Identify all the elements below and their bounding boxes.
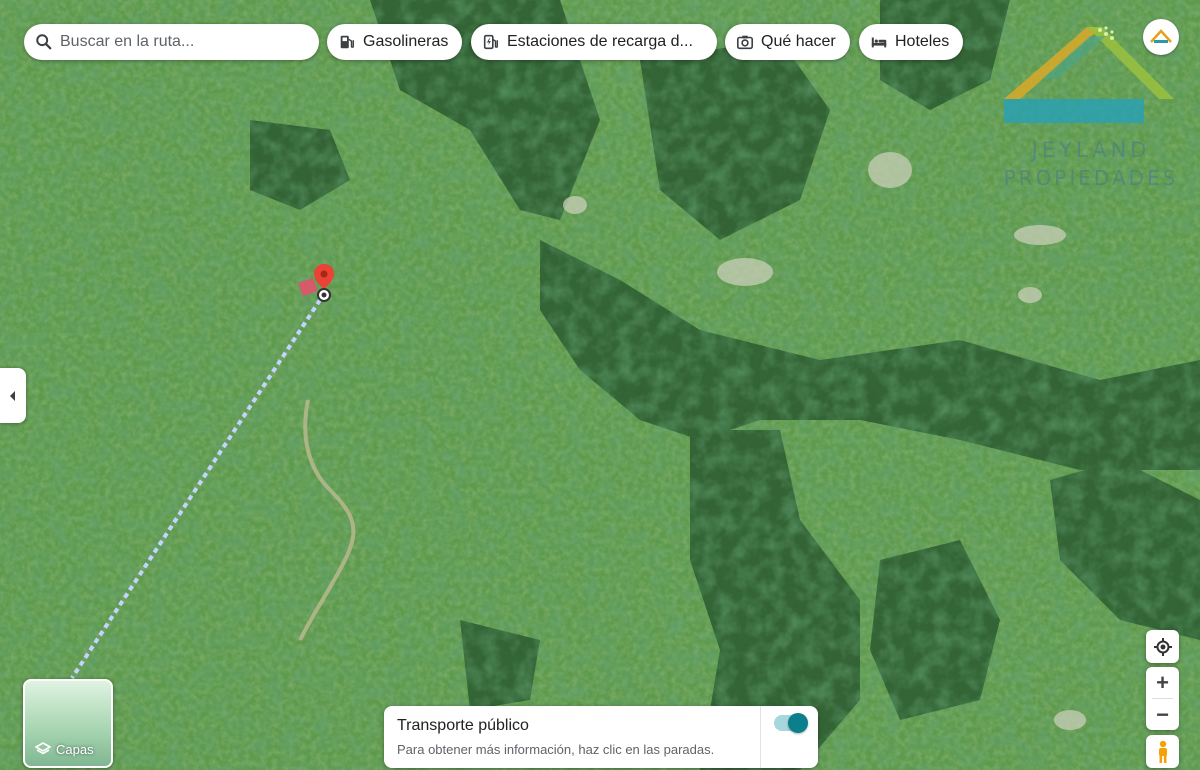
chevron-left-icon bbox=[10, 390, 15, 401]
gas-stations-chip[interactable]: Gasolineras bbox=[327, 24, 463, 60]
chip-label: Hoteles bbox=[895, 33, 950, 50]
layers-button[interactable]: Capas bbox=[23, 679, 113, 768]
hotels-chip[interactable]: Hoteles bbox=[859, 24, 964, 60]
zoom-out-button[interactable]: − bbox=[1146, 699, 1179, 730]
ev-charger-icon bbox=[481, 32, 501, 52]
my-location-icon bbox=[1153, 637, 1172, 656]
transit-toggle[interactable] bbox=[774, 713, 808, 733]
zoom-in-button[interactable]: + bbox=[1146, 667, 1179, 698]
chip-label: Qué hacer bbox=[761, 33, 836, 50]
pegman-icon bbox=[1158, 740, 1167, 763]
divider bbox=[760, 706, 761, 768]
gas-pump-icon bbox=[337, 32, 357, 52]
layers-icon bbox=[35, 742, 51, 755]
collapse-side-panel-button[interactable] bbox=[0, 368, 26, 423]
route-search-box[interactable]: Buscar en la ruta... bbox=[24, 24, 319, 60]
transit-subtitle: Para obtener más información, haz clic e… bbox=[397, 742, 715, 757]
location-marker[interactable] bbox=[296, 262, 340, 306]
chip-label: Estaciones de recarga d... bbox=[507, 33, 693, 50]
camera-icon bbox=[735, 32, 755, 52]
search-icon bbox=[34, 32, 54, 52]
street-view-pegman-button[interactable] bbox=[1146, 735, 1179, 768]
things-to-do-chip[interactable]: Qué hacer bbox=[725, 24, 850, 60]
layers-label: Capas bbox=[56, 741, 94, 757]
my-location-button[interactable] bbox=[1146, 630, 1179, 663]
public-transport-card[interactable]: Transporte público Para obtener más info… bbox=[384, 706, 818, 768]
zoom-controls: + − bbox=[1146, 667, 1179, 730]
account-avatar[interactable] bbox=[1143, 19, 1179, 55]
ev-charging-chip[interactable]: Estaciones de recarga d... bbox=[471, 24, 717, 60]
chip-label: Gasolineras bbox=[363, 33, 449, 50]
map-pin-icon bbox=[298, 264, 334, 302]
satellite-map[interactable] bbox=[0, 0, 1200, 770]
transit-title: Transporte público bbox=[397, 717, 529, 734]
search-input-placeholder[interactable]: Buscar en la ruta... bbox=[60, 33, 194, 51]
toggle-knob bbox=[788, 713, 808, 733]
bed-icon bbox=[869, 32, 889, 52]
account-logo-icon bbox=[1150, 29, 1172, 43]
